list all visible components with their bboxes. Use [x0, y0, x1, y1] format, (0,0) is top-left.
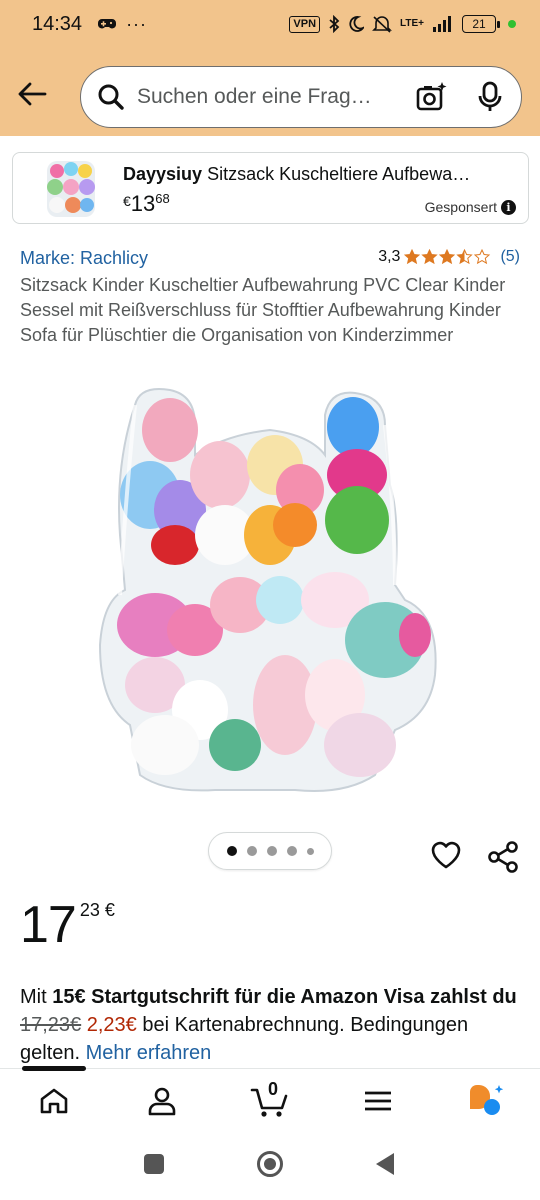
learn-more-link[interactable]: Mehr erfahren: [86, 1042, 212, 1064]
image-carousel-indicator[interactable]: [208, 832, 332, 870]
nav-menu[interactable]: [358, 1083, 398, 1119]
rating-stars-icon: [404, 249, 490, 264]
promo-bold: 15€ Startgutschrift für die Amazon Visa …: [52, 986, 517, 1008]
price-whole: 17: [20, 896, 77, 954]
promo-new-price: 2,23€: [86, 1014, 137, 1036]
top-bar: 14:34 ··· VPN LTE+ 21 Suchen oder eine F…: [0, 0, 540, 136]
share-icon: [488, 841, 518, 873]
sponsored-price: €1368: [123, 191, 170, 217]
carousel-dot[interactable]: [246, 846, 257, 856]
rating-count: (5): [500, 248, 520, 265]
carousel-dot[interactable]: [226, 846, 237, 856]
vpn-badge: VPN: [289, 15, 321, 33]
price-fraction: 23 €: [79, 900, 115, 920]
battery-indicator: 21: [462, 15, 500, 33]
sponsored-label-text: Gesponsert: [424, 199, 497, 215]
system-navigation: [0, 1134, 540, 1200]
moon-icon: [349, 16, 365, 32]
back-button[interactable]: [12, 74, 52, 114]
product-price: 17 23 €: [20, 895, 115, 955]
search-icon: [98, 84, 124, 110]
status-time: 14:34: [32, 12, 83, 35]
carousel-dot[interactable]: [266, 846, 277, 856]
status-bar: 14:34 ··· VPN LTE+ 21: [0, 0, 540, 48]
system-back-button[interactable]: [376, 1153, 394, 1175]
brand-link[interactable]: Marke: Rachlicy: [20, 248, 148, 269]
sponsored-brand: Dayysiuy: [123, 164, 203, 184]
search-input[interactable]: Suchen oder eine Frag…: [137, 85, 387, 109]
rating-value: 3,3: [378, 248, 401, 265]
status-right-icons: VPN LTE+ 21: [289, 15, 516, 33]
wishlist-button[interactable]: [430, 840, 462, 875]
home-button[interactable]: [257, 1151, 283, 1177]
microphone-icon: [478, 81, 502, 111]
sponsored-price-whole: 13: [130, 191, 156, 216]
recents-button[interactable]: [144, 1154, 164, 1174]
voice-search-button[interactable]: [477, 81, 503, 118]
sponsored-title-text: Sitzsack Kuscheltiere Aufbewa…: [207, 164, 471, 184]
share-button[interactable]: [486, 840, 520, 879]
sponsored-product-banner[interactable]: Dayysiuy Sitzsack Kuscheltiere Aufbewa… …: [12, 152, 529, 224]
nav-home[interactable]: [34, 1083, 74, 1119]
rating-summary[interactable]: 3,3 (5): [378, 248, 520, 266]
bottom-navigation: 0: [0, 1066, 540, 1134]
mute-icon: [372, 16, 392, 33]
bluetooth-icon: [329, 15, 340, 33]
nav-account[interactable]: [142, 1083, 182, 1119]
camera-search-button[interactable]: [415, 81, 447, 118]
promo-old-price: 17,23€: [20, 1014, 82, 1036]
more-icon: ···: [126, 13, 148, 34]
menu-icon: [365, 1091, 391, 1111]
search-header: Suchen oder eine Frag…: [0, 56, 540, 136]
heart-icon: [431, 841, 461, 869]
carousel-dot[interactable]: [286, 846, 297, 856]
sponsored-label[interactable]: Gesponsert i: [425, 199, 516, 215]
sponsored-price-cents: 68: [155, 191, 170, 206]
search-bar[interactable]: Suchen oder eine Frag…: [80, 66, 522, 128]
carousel-dot[interactable]: [306, 847, 314, 855]
privacy-dot: [508, 20, 516, 28]
signal-icon: [433, 16, 451, 32]
visa-promo: Mit 15€ Startgutschrift für die Amazon V…: [20, 983, 525, 1067]
promo-prefix: Mit: [20, 986, 53, 1008]
product-title: Sitzsack Kinder Kuscheltier Aufbewahrung…: [20, 275, 506, 345]
sponsored-product-title[interactable]: Dayysiuy Sitzsack Kuscheltiere Aufbewa…: [123, 164, 513, 185]
status-left-icons: ···: [98, 14, 147, 35]
home-icon: [40, 1088, 68, 1114]
product-image[interactable]: [95, 385, 445, 797]
arrow-left-icon: [18, 82, 47, 106]
nav-cart[interactable]: 0: [250, 1079, 290, 1119]
active-tab-indicator: [22, 1066, 86, 1071]
cart-count: 0: [268, 1079, 279, 1099]
rufus-icon: [470, 1085, 504, 1115]
sponsored-price-currency: €: [123, 193, 131, 209]
account-icon: [148, 1087, 176, 1116]
camera-sparkle-icon: [416, 82, 447, 111]
info-icon: i: [501, 199, 516, 215]
nav-rufus[interactable]: [466, 1083, 506, 1119]
sponsored-product-thumbnail: [47, 161, 95, 217]
gamepad-icon: [98, 19, 117, 29]
network-type: LTE+: [400, 18, 424, 29]
